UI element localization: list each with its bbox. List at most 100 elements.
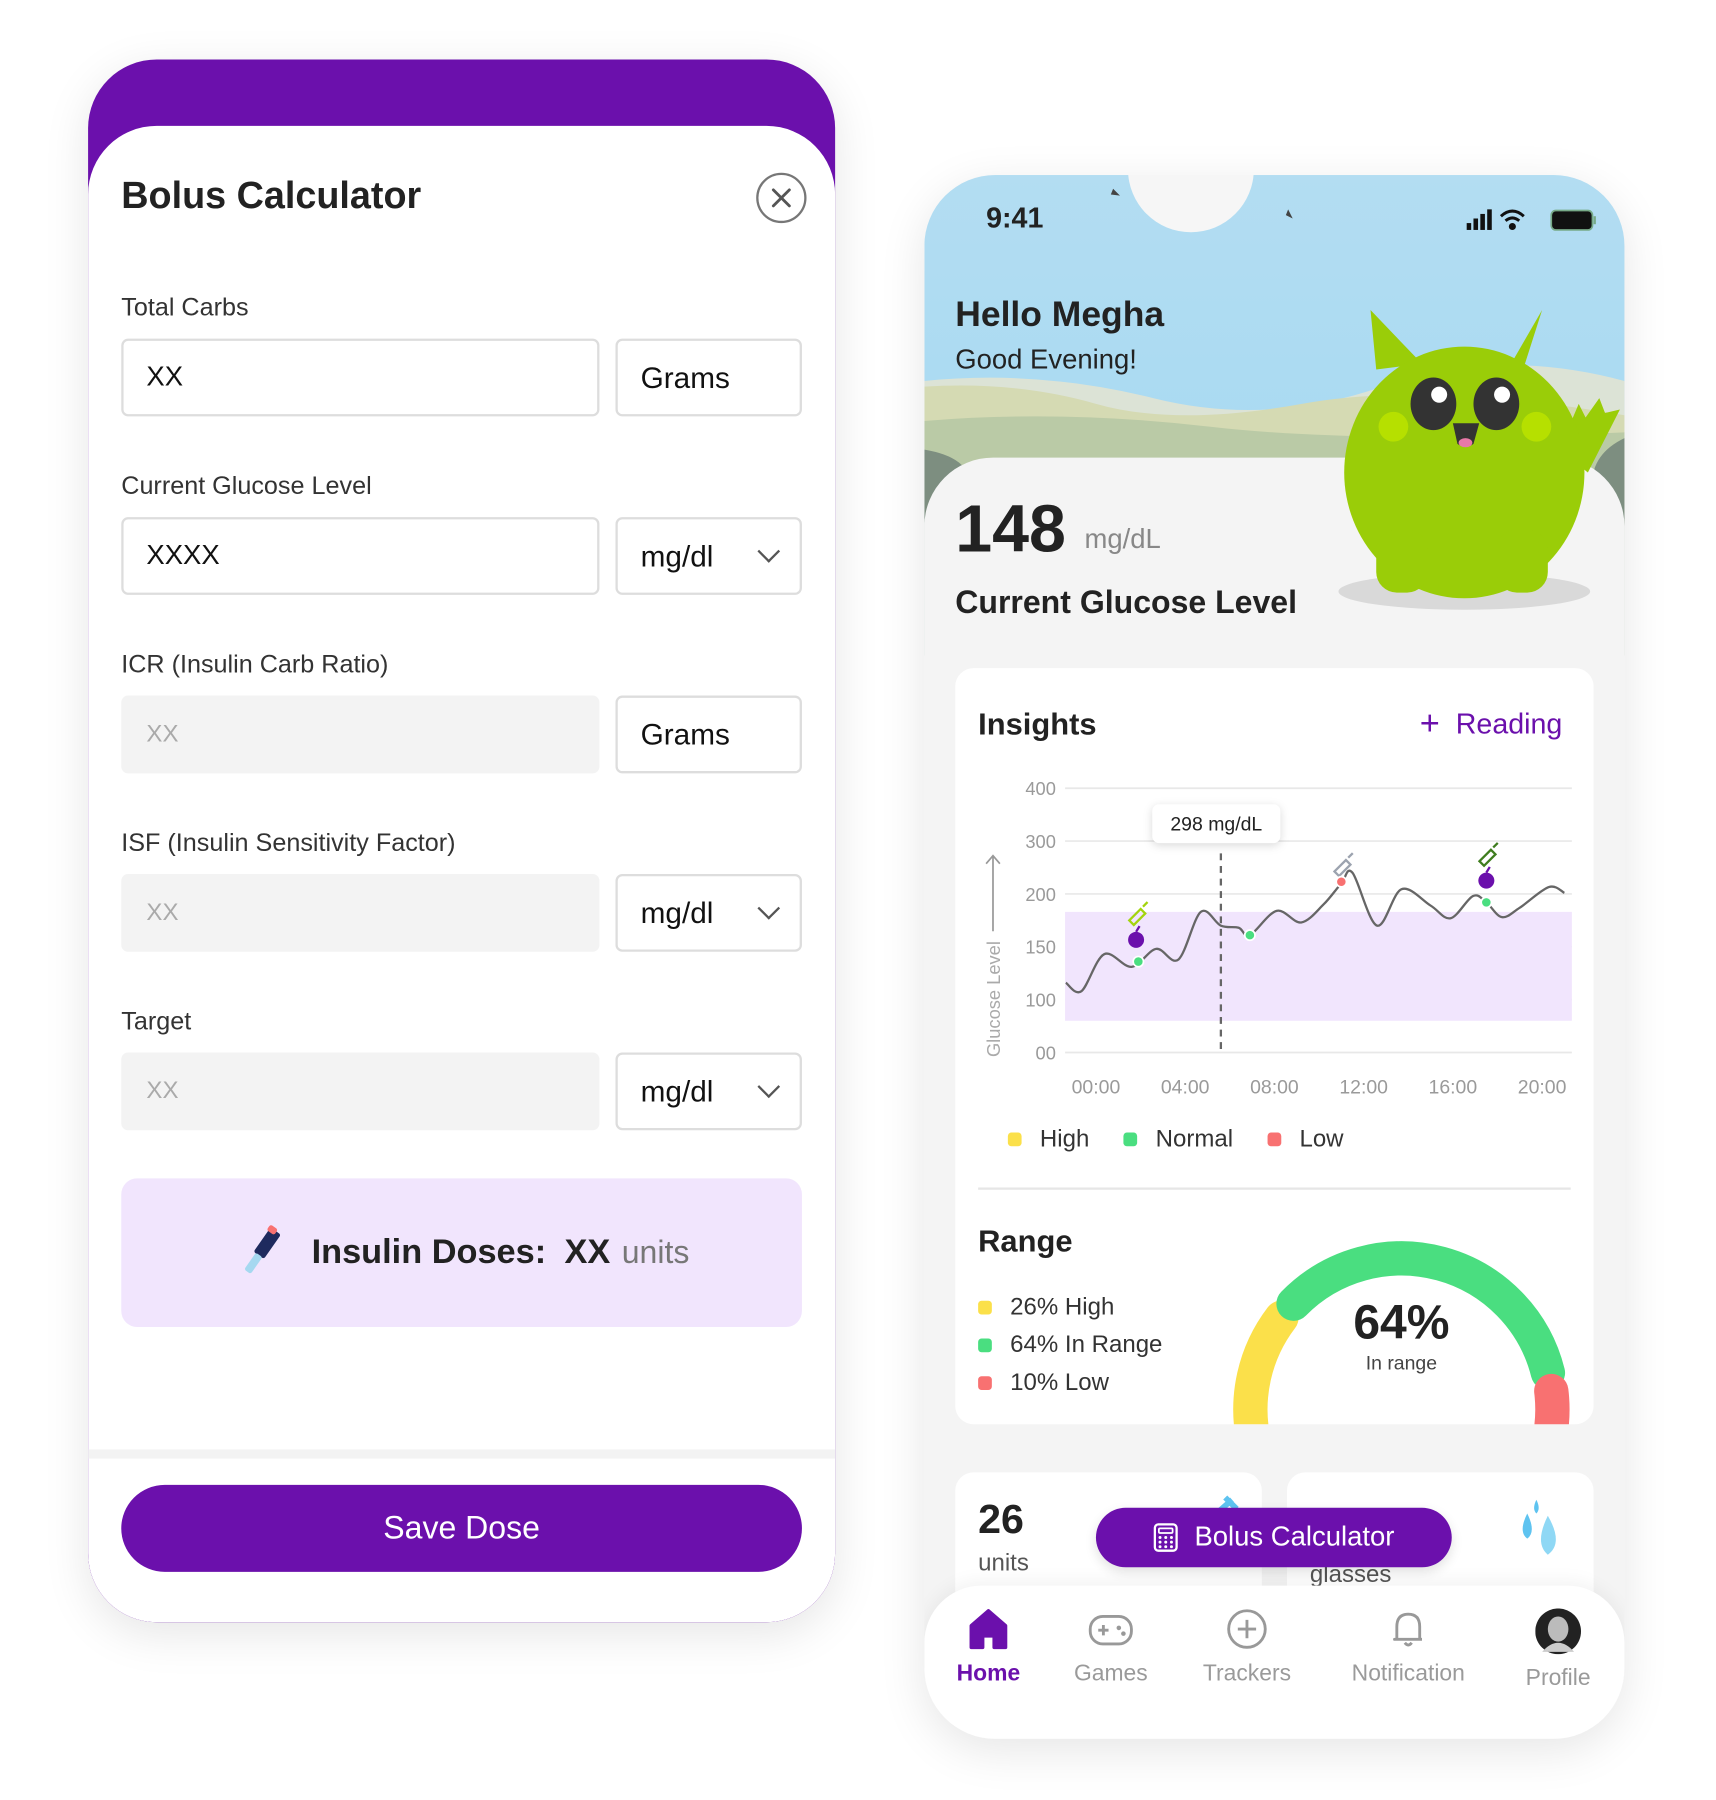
insulin-syringe-icon (1332, 852, 1354, 878)
unit-select[interactable]: mg/dl (615, 517, 802, 595)
water-drops-icon (1522, 1499, 1556, 1555)
meal-icon (1478, 872, 1495, 889)
range-legend-item: 10% Low (978, 1364, 1162, 1402)
y-axis-label: Glucose Level (983, 941, 1004, 1057)
value-input[interactable]: XX (121, 338, 600, 417)
unit-value: mg/dl (640, 895, 714, 930)
value-input[interactable]: XX (121, 695, 600, 774)
range-title: Range (978, 1224, 1073, 1259)
legend-label: Normal (1155, 1125, 1234, 1153)
x-tick-label: 04:00 (1161, 1077, 1210, 1099)
avatar (1535, 1608, 1582, 1655)
range-legend-item: 26% High (978, 1288, 1162, 1326)
y-tick-label: 200 (1025, 884, 1056, 905)
insulin-pen-icon (245, 1225, 281, 1274)
meal-icon (1128, 931, 1145, 948)
value-input[interactable]: XX (121, 1052, 600, 1131)
x-tick-label: 12:00 (1339, 1077, 1388, 1099)
value-input[interactable]: XX (121, 874, 600, 952)
chevron-down-icon (757, 540, 781, 563)
unit-value: mg/dl (640, 1073, 714, 1108)
field-label: Target (121, 1006, 192, 1036)
bolus-calculator-sheet: Bolus Calculator Total Carbs XX Grams Cu… (88, 125, 836, 1623)
legend-swatch (1267, 1132, 1282, 1147)
nav-notification[interactable]: Notification (1340, 1608, 1477, 1687)
units-label: units (978, 1550, 1029, 1577)
range-legend-label: 10% Low (1010, 1368, 1109, 1396)
reading-point-normal (1243, 929, 1256, 942)
nav-trackers[interactable]: Trackers (1178, 1608, 1315, 1687)
mascot-illustration (1338, 310, 1620, 610)
unit-select[interactable]: mg/dl (615, 874, 802, 952)
footer-divider (88, 1449, 836, 1459)
divider (978, 1187, 1571, 1190)
nav-games[interactable]: Games (1042, 1608, 1179, 1687)
save-dose-button[interactable]: Save Dose (121, 1484, 802, 1572)
x-tick-label: 08:00 (1250, 1077, 1299, 1099)
y-axis-arrow-icon (985, 854, 1001, 932)
field-label: ICR (Insulin Carb Ratio) (121, 649, 389, 679)
reading-point-low (1335, 875, 1348, 888)
meal-icon-stem (1485, 866, 1491, 874)
unit-select[interactable]: Grams (615, 695, 802, 774)
result-unit: units (621, 1234, 690, 1270)
calculator-icon (1153, 1523, 1178, 1552)
y-tick-label: 300 (1025, 831, 1056, 852)
insulin-syringe-icon (1477, 842, 1499, 868)
unit-select[interactable]: mg/dl (615, 1052, 802, 1131)
legend-swatch (978, 1375, 992, 1390)
glucose-unit: mg/dL (1084, 523, 1161, 555)
glucose-value: 148 (955, 491, 1066, 567)
field-label: Total Carbs (121, 292, 249, 322)
legend-item: Low (1267, 1126, 1344, 1153)
y-tick-label: 00 (1036, 1042, 1056, 1063)
nav-profile[interactable]: Profile (1489, 1608, 1624, 1692)
result-value: XX (564, 1233, 611, 1271)
gamepad-icon (1088, 1615, 1133, 1646)
range-legend: 26% High 64% In Range 10% Low (978, 1288, 1162, 1401)
legend-item: Normal (1123, 1125, 1234, 1153)
range-legend-label: 64% In Range (1010, 1331, 1163, 1358)
field-label: Current Glucose Level (121, 471, 372, 500)
range-center-value: 64% (1353, 1295, 1450, 1349)
legend-swatch (978, 1337, 992, 1352)
chevron-down-icon (757, 1075, 781, 1099)
unit-value: Grams (640, 716, 730, 752)
phone-home-screen: 9:41 Hello Megha Good Evening! 148 mg/dL… (924, 175, 1625, 1739)
bolus-calculator-card: Bolus Calculator Total Carbs XX Grams Cu… (88, 59, 836, 1623)
range-legend-item: 64% In Range (978, 1326, 1162, 1364)
legend-item: High (1007, 1125, 1090, 1153)
home-icon (969, 1609, 1008, 1650)
legend-label: High (1039, 1125, 1090, 1153)
range-center-label: In range (1365, 1352, 1438, 1374)
gauge-segment (1534, 1373, 1570, 1425)
bolus-calculator-button[interactable]: Bolus Calculator (1095, 1507, 1452, 1568)
gauge-segment (1233, 1300, 1299, 1425)
unit-value: mg/dl (640, 538, 714, 573)
greeting-title: Hello Megha (955, 294, 1165, 335)
battery-icon (1550, 209, 1596, 231)
insulin-dose-result: Insulin Doses: XX units (121, 1178, 802, 1328)
unit-select[interactable]: Grams (615, 338, 802, 417)
close-button[interactable] (756, 172, 807, 224)
x-tick-label: 16:00 (1429, 1077, 1478, 1099)
y-tick-label: 100 (1025, 989, 1056, 1010)
chevron-down-icon (757, 897, 781, 920)
tooltip-label: 298 mg/dL (1170, 814, 1262, 836)
bottom-nav: Home Games Trackers Notification Profile (924, 1585, 1625, 1739)
reading-point-normal (1480, 896, 1493, 909)
nav-home[interactable]: Home (924, 1608, 1057, 1687)
y-tick-label: 150 (1025, 937, 1056, 958)
result-label: Insulin Doses: (311, 1233, 547, 1271)
status-time: 9:41 (986, 202, 1044, 235)
legend-swatch (1123, 1132, 1138, 1147)
page-title: Bolus Calculator (121, 173, 422, 217)
legend-swatch (978, 1300, 992, 1314)
units-value: 26 (978, 1495, 1024, 1543)
bolus-calculator-button-label: Bolus Calculator (1194, 1521, 1395, 1553)
wifi-icon (1499, 209, 1525, 231)
range-legend-label: 26% High (1010, 1293, 1115, 1320)
signal-icon (1466, 209, 1492, 230)
value-input[interactable]: XXXX (121, 517, 600, 595)
x-tick-label: 20:00 (1518, 1077, 1567, 1099)
